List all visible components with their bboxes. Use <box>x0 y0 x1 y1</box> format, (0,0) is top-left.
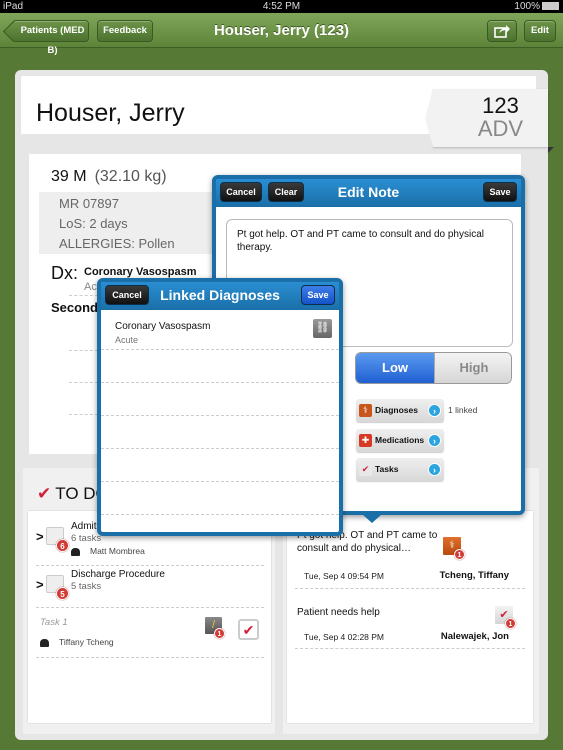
tag-fold <box>548 147 554 153</box>
person-icon <box>40 638 49 647</box>
task-group-row[interactable]: > 5 Discharge Procedure 5 tasks <box>28 569 271 603</box>
complete-checkbox[interactable]: ✔ <box>238 619 259 640</box>
note-badge: 1 <box>214 628 225 639</box>
notes-list: Pt got help. OT and PT came to consult a… <box>287 511 533 723</box>
battery-percent: 100% <box>514 1 540 12</box>
share-button[interactable] <box>487 20 517 42</box>
assignee-name: Matt Mombrea <box>90 546 145 556</box>
cancel-button[interactable]: Cancel <box>220 182 262 202</box>
divider <box>295 588 525 589</box>
status-bar: iPad 4:52 PM 100% <box>0 0 563 13</box>
battery-icon <box>542 2 559 11</box>
divider <box>36 657 264 658</box>
room-tag: 123 ADV <box>425 89 548 147</box>
link-label: Tasks <box>375 464 399 474</box>
todo-list: > 6 Admit patient 6 tasks Matt Mombrea >… <box>28 511 271 723</box>
divider <box>101 481 339 482</box>
battery-indicator: 100% <box>514 0 559 13</box>
assignee: Matt Mombrea <box>71 546 145 556</box>
divider <box>36 607 264 608</box>
dx-name: Coronary Vasospasm <box>84 266 197 278</box>
allergies: ALLERGIES: Pollen <box>59 236 175 251</box>
navigation-bar: Houser, Jerry (123) Patients (MED B) Fee… <box>0 13 563 56</box>
person-icon <box>71 547 80 556</box>
edit-button[interactable]: Edit <box>524 20 556 42</box>
popover-arrow <box>362 514 382 523</box>
chevron-right-icon: › <box>428 404 441 417</box>
linked-count: 1 linked <box>448 405 478 415</box>
divider <box>101 382 339 383</box>
task-title: Task 1 <box>40 617 68 628</box>
task-icon: ✔ <box>359 463 372 476</box>
note-author: Nalewajek, Jon <box>440 631 509 642</box>
task-sub: 6 tasks <box>71 533 102 544</box>
age-sex: 39 M (32.10 kg) <box>51 168 167 186</box>
patient-status: ADV <box>477 116 524 141</box>
task-sub: 5 tasks <box>71 581 102 592</box>
divider <box>101 514 339 515</box>
link-diagnoses-button[interactable]: ⚕ Diagnoses › <box>356 399 444 422</box>
chevron-right-icon: › <box>428 463 441 476</box>
feedback-button[interactable]: Feedback <box>97 20 153 42</box>
save-button[interactable]: Save <box>483 182 517 202</box>
linked-diagnoses-header: Linked Diagnoses Cancel Save <box>101 282 339 310</box>
clock: 4:52 PM <box>262 1 301 12</box>
link-label: Diagnoses <box>375 405 418 415</box>
checkmark-icon: ✔ <box>37 484 52 503</box>
link-label: Medications <box>375 435 425 445</box>
divider <box>101 349 339 350</box>
link-icon[interactable]: ⛓ <box>313 319 332 338</box>
clear-button[interactable]: Clear <box>268 182 304 202</box>
note-author: Tcheng, Tiffany <box>439 570 509 581</box>
divider <box>101 448 339 449</box>
task-count-badge: 6 <box>56 539 69 552</box>
divider <box>36 565 264 566</box>
diagnosis-name: Coronary Vasospasm <box>115 321 211 332</box>
priority-low-option[interactable]: Low <box>356 353 434 383</box>
chevron-right-icon: › <box>428 434 441 447</box>
assignee: Tiffany Tcheng <box>40 637 114 647</box>
note-row[interactable]: Pt got help. OT and PT came to consult a… <box>287 529 533 587</box>
note-date: Tue, Sep 4 09:54 PM <box>304 571 385 581</box>
save-button[interactable]: Save <box>301 285 335 305</box>
back-button[interactable]: Patients (MED B) <box>12 20 89 56</box>
age-sex-value: 39 M <box>51 168 87 185</box>
dx-label: Dx: <box>51 263 78 283</box>
divider <box>101 415 339 416</box>
share-icon <box>494 25 510 38</box>
chevron-right-icon: > <box>36 529 44 544</box>
task-row[interactable]: Task 1 Tiffany Tcheng / 1 ✔ <box>28 611 271 653</box>
link-medications-button[interactable]: ✚ Medications › <box>356 429 444 452</box>
note-date: Tue, Sep 4 02:28 PM <box>304 632 385 642</box>
note-link-badge: 1 <box>454 549 465 560</box>
patient-name: Houser, Jerry <box>36 99 185 127</box>
link-tasks-button[interactable]: ✔ Tasks › <box>356 458 444 481</box>
diagnosis-sub: Acute <box>115 335 139 345</box>
medication-icon: ✚ <box>359 434 372 447</box>
divider <box>295 648 525 649</box>
priority-high-option[interactable]: High <box>434 353 511 383</box>
back-label: Patients (MED B) <box>20 25 85 56</box>
chevron-right-icon: > <box>36 577 44 592</box>
mr-number: MR 07897 <box>59 196 119 211</box>
cancel-button[interactable]: Cancel <box>105 285 149 305</box>
length-of-stay: LoS: 2 days <box>59 216 128 231</box>
note-link-badge: 1 <box>505 618 516 629</box>
edit-note-header: Edit Note Cancel Clear Save <box>216 179 521 207</box>
linked-diagnoses-popover: Linked Diagnoses Cancel Save Coronary Va… <box>97 278 343 536</box>
assignee-name: Tiffany Tcheng <box>59 637 114 647</box>
task-count-badge: 5 <box>56 587 69 600</box>
task-title: Discharge Procedure <box>71 569 165 580</box>
note-text: Patient needs help <box>297 607 380 618</box>
diagnosis-icon: ⚕ <box>359 404 372 417</box>
weight: (32.10 kg) <box>94 168 167 185</box>
note-row[interactable]: Patient needs help ✔ 1 Tue, Sep 4 02:28 … <box>287 606 533 646</box>
priority-segmented-control: Low High <box>355 352 512 384</box>
